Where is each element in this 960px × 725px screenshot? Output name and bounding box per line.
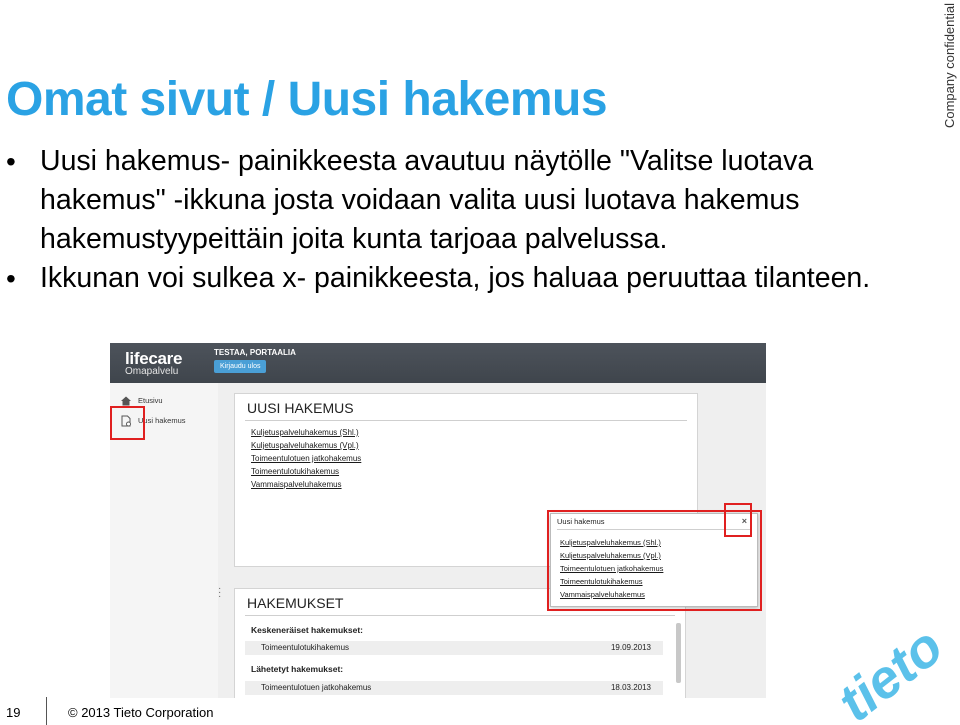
bullet-dot-icon: •: [6, 263, 16, 294]
app-header: lifecare Omapalvelu TESTAA, PORTAALIA Ki…: [110, 343, 766, 383]
table-row[interactable]: Toimeentulotukihakemus 19.09.2013: [245, 641, 663, 655]
bullet-list: • Uusi hakemus- painikkeesta avautuu näyt…: [0, 142, 930, 298]
applications-title: HAKEMUKSET: [247, 595, 344, 611]
bullet-item: • Ikkunan voi sulkea x- painikkeesta, jos…: [0, 259, 930, 298]
table-row[interactable]: Toimeentulotuen jatkohakemus 18.03.2013: [245, 681, 663, 695]
new-application-title: UUSI HAKEMUS: [247, 400, 354, 416]
footer-divider: [46, 697, 47, 725]
bullet-item: • Uusi hakemus- painikkeesta avautuu näyt…: [0, 142, 930, 259]
sidebar-highlight-box: [110, 406, 145, 440]
confidential-label: Company confidential: [941, 2, 957, 129]
copyright: © 2013 Tieto Corporation: [68, 705, 214, 720]
app-logo-subtitle: Omapalvelu: [125, 366, 179, 377]
application-date: 18.03.2013: [610, 683, 651, 692]
card-divider: [245, 615, 675, 616]
application-name: Toimeentulotukihakemus: [261, 643, 350, 652]
slide-title: Omat sivut / Uusi hakemus: [6, 73, 608, 126]
bullet-text: Ikkunan voi sulkea x- painikkeesta, jos …: [40, 262, 871, 294]
sidebar-item-label: Etusivu: [138, 395, 163, 405]
close-highlight-box: [724, 503, 752, 537]
application-name: Toimeentulotuen jatkohakemus: [261, 683, 372, 692]
pending-applications-label: Keskeneräiset hakemukset:: [251, 625, 363, 635]
svg-text:tieto: tieto: [827, 616, 954, 725]
logout-button[interactable]: Kirjaudu ulos: [214, 360, 267, 373]
scrollbar[interactable]: [676, 623, 681, 683]
sent-applications-label: Lähetetyt hakemukset:: [251, 664, 344, 674]
application-date: 19.09.2013: [610, 643, 651, 652]
user-name: TESTAA, PORTAALIA: [214, 348, 296, 357]
application-link[interactable]: Kuljetuspalveluhakemus (Shl.): [251, 428, 359, 437]
bullet-dot-icon: •: [6, 146, 16, 177]
tieto-logo: tieto: [827, 616, 954, 725]
sidebar-item-label: Uusi hakemus: [138, 415, 186, 425]
page-number: 19: [6, 705, 21, 720]
card-divider: [245, 420, 687, 421]
application-link[interactable]: Toimeentulotuen jatkohakemus: [251, 454, 361, 463]
app-screenshot: lifecare Omapalvelu TESTAA, PORTAALIA Ki…: [110, 343, 766, 698]
application-link[interactable]: Kuljetuspalveluhakemus (Vpl.): [251, 441, 359, 450]
application-link[interactable]: Toimeentulotukihakemus: [251, 467, 339, 476]
bullet-text: Uusi hakemus- painikkeesta avautuu näytö…: [40, 145, 814, 255]
sidebar: Etusivu Uusi hakemus: [110, 383, 218, 698]
sidebar-collapse-handle[interactable]: · · ·: [218, 584, 221, 602]
application-link[interactable]: Vammaispalveluhakemus: [251, 480, 342, 489]
